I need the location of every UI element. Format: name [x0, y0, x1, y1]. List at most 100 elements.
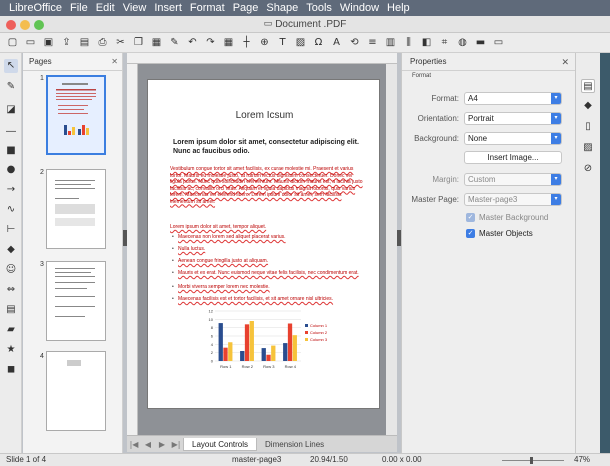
curve-icon[interactable]: ∿	[4, 203, 18, 217]
callout-icon[interactable]: ▰	[4, 323, 18, 337]
x-tick-label: Row 4	[285, 364, 297, 369]
navigator-icon[interactable]: ▨	[581, 141, 595, 155]
master-background-checkbox[interactable]: ✓ Master Background	[466, 213, 548, 222]
special-char-icon[interactable]: Ω	[312, 36, 325, 49]
background-select[interactable]: None ▾	[464, 132, 562, 145]
section-format-heading[interactable]: Format	[412, 73, 431, 79]
shadow-icon[interactable]: ◧	[420, 36, 433, 49]
zoom-slider-handle[interactable]	[530, 457, 533, 464]
desktop-background	[600, 53, 610, 453]
basic-shapes-icon[interactable]: ◆	[4, 243, 18, 257]
rectangle-icon[interactable]: ■	[4, 144, 18, 158]
menu-window[interactable]: Window	[337, 2, 382, 14]
chart-bar	[261, 348, 266, 361]
menu-page[interactable]: Page	[230, 2, 262, 14]
distribute-icon[interactable]: ⫼	[402, 36, 415, 49]
gallery-icon[interactable]: ▯	[581, 120, 595, 134]
show-draw-functions-icon[interactable]: ▭	[492, 36, 505, 49]
open-icon[interactable]: ▭	[24, 36, 37, 49]
redo-icon[interactable]: ↷	[204, 36, 217, 49]
master-objects-checkbox[interactable]: ✓ Master Objects	[466, 229, 533, 238]
orientation-select[interactable]: Portrait ▾	[464, 112, 562, 125]
fontwork-icon[interactable]: A	[330, 36, 343, 49]
crop-icon[interactable]: ⌗	[438, 36, 451, 49]
align-icon[interactable]: ≡	[366, 36, 379, 49]
close-window-button[interactable]	[6, 20, 16, 30]
functions-icon[interactable]: ⊘	[581, 162, 595, 176]
undo-icon[interactable]: ↶	[186, 36, 199, 49]
margin-select[interactable]: Custom ▾	[464, 173, 562, 186]
chevron-down-icon: ▾	[551, 113, 561, 124]
zoom-icon[interactable]: ⊕	[258, 36, 271, 49]
select-icon[interactable]: ↖	[4, 59, 18, 73]
y-tick-label: 6	[211, 334, 214, 339]
menu-app[interactable]: LibreOffice	[6, 2, 65, 14]
master-page-label: Master Page:	[411, 195, 459, 204]
menu-insert[interactable]: Insert	[151, 2, 185, 14]
insert-image-button[interactable]: Insert Image...	[464, 151, 562, 164]
menu-file[interactable]: File	[67, 2, 91, 14]
vertical-scrollbar[interactable]	[386, 64, 397, 435]
legend-label: Column 3	[310, 337, 328, 342]
stars-icon[interactable]: ★	[4, 343, 18, 357]
tab-layout-controls[interactable]: Layout Controls	[183, 437, 258, 451]
image-icon[interactable]: ▨	[294, 36, 307, 49]
fill-color-icon[interactable]: ◪	[4, 103, 18, 117]
properties-icon[interactable]: ▤	[581, 79, 595, 93]
master-page-select[interactable]: Master-page3 ▾	[464, 193, 562, 206]
3d-objects-icon[interactable]: ◼	[4, 363, 18, 377]
text-icon[interactable]: T	[276, 36, 289, 49]
minimize-window-button[interactable]	[20, 20, 30, 30]
export-pdf-icon[interactable]: ▤	[78, 36, 91, 49]
tab-dimension-lines[interactable]: Dimension Lines	[257, 438, 332, 451]
menu-shape[interactable]: Shape	[263, 2, 301, 14]
window-title: Document .PDF	[275, 18, 347, 30]
menu-tools[interactable]: Tools	[303, 2, 335, 14]
copy-icon[interactable]: ❐	[132, 36, 145, 49]
block-arrows-icon[interactable]: ⇔	[4, 283, 18, 297]
format-select[interactable]: A4 ▾	[464, 92, 562, 105]
checkmark-icon: ✓	[466, 229, 475, 238]
previous-tab-icon[interactable]: ◀	[141, 440, 155, 449]
first-tab-icon[interactable]: |◀	[127, 440, 141, 449]
styles-icon[interactable]: ◆	[581, 99, 595, 113]
maximize-window-button[interactable]	[34, 20, 44, 30]
clone-icon[interactable]: ✎	[168, 36, 181, 49]
save-icon[interactable]: ▣	[42, 36, 55, 49]
flowchart-icon[interactable]: ▤	[4, 303, 18, 317]
menu-format[interactable]: Format	[187, 2, 228, 14]
page-thumbnail-2[interactable]	[46, 169, 106, 249]
toggle-extrusion-icon[interactable]: ▬	[474, 36, 487, 49]
grid-icon[interactable]: ▦	[222, 36, 235, 49]
symbol-shapes-icon[interactable]: ☺	[4, 263, 18, 277]
document-page[interactable]: Lorem Icsum Lorem ipsum dolor sit amet, …	[147, 79, 380, 409]
helplines-icon[interactable]: ┼	[240, 36, 253, 49]
ellipse-icon[interactable]: ●	[4, 163, 18, 177]
menu-edit[interactable]: Edit	[93, 2, 118, 14]
page-thumbnail-3[interactable]	[46, 261, 106, 341]
paste-icon[interactable]: ▦	[150, 36, 163, 49]
close-icon[interactable]: ✕	[111, 57, 118, 66]
line-color-icon[interactable]: ✎	[4, 80, 18, 94]
filter-icon[interactable]: ◍	[456, 36, 469, 49]
new-icon[interactable]: ▢	[6, 36, 19, 49]
list-item: Nulla luctus.	[172, 246, 205, 252]
zoom-slider[interactable]	[502, 460, 564, 461]
menu-help[interactable]: Help	[384, 2, 413, 14]
page-thumbnail-1[interactable]	[46, 75, 106, 155]
menu-view[interactable]: View	[120, 2, 150, 14]
close-icon[interactable]: ✕	[561, 57, 569, 68]
next-tab-icon[interactable]: ▶	[155, 440, 169, 449]
cut-icon[interactable]: ✂	[114, 36, 127, 49]
line-icon[interactable]: ―	[4, 125, 18, 139]
transform-icon[interactable]: ⟲	[348, 36, 361, 49]
last-tab-icon[interactable]: ▶|	[169, 440, 183, 449]
export-icon[interactable]: ⇪	[60, 36, 73, 49]
arrange-icon[interactable]: ▥	[384, 36, 397, 49]
arrow-icon[interactable]: →	[4, 183, 18, 197]
print-icon[interactable]: ⎙	[96, 36, 109, 49]
connector-icon[interactable]: ⊢	[4, 223, 18, 237]
document-chart[interactable]: 0 2 4 6 8 10 12 Row 1 Row 2 Row 3 Row 4 Column 1 Col…	[201, 307, 341, 371]
document-heading: Lorem Icsum	[235, 110, 294, 121]
page-thumbnail-4[interactable]	[46, 351, 106, 431]
